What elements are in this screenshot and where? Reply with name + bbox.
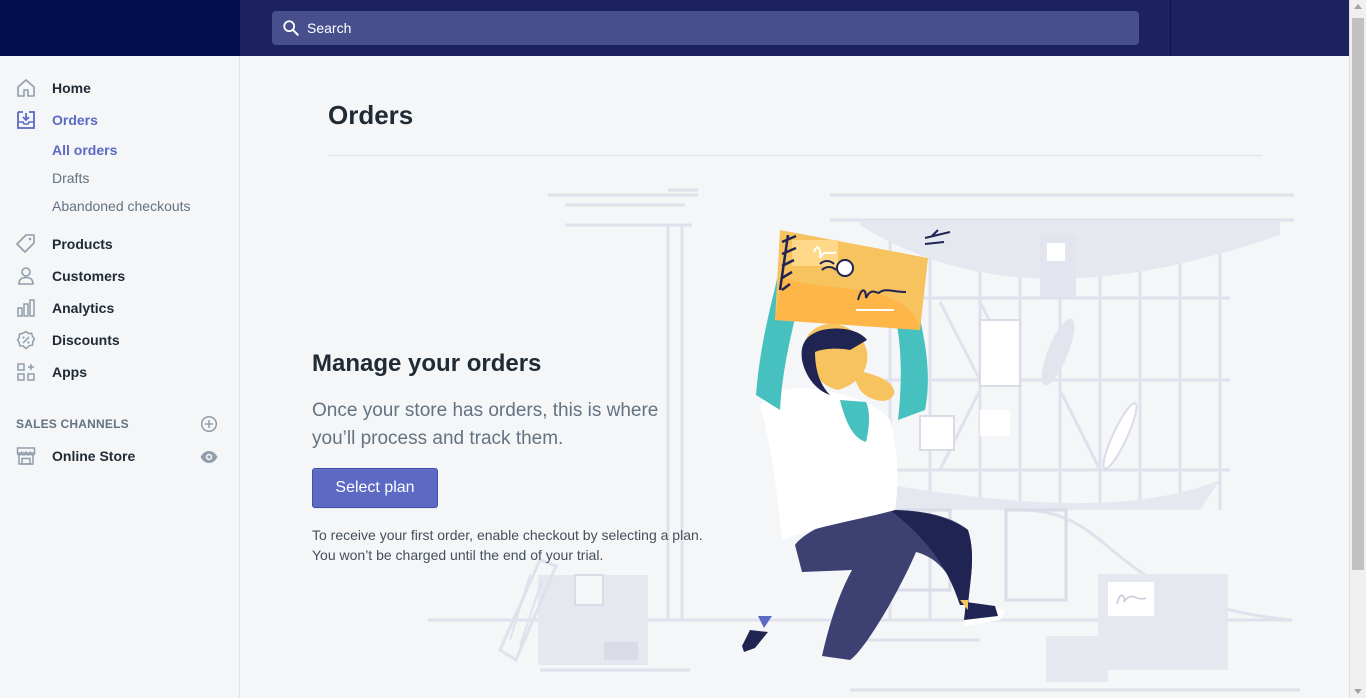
page-title: Orders [328,100,414,130]
sidebar-item-analytics[interactable]: Analytics [0,294,239,322]
sidebar-item-label: Online Store [52,448,136,464]
sidebar-subitem-drafts[interactable]: Drafts [52,170,89,186]
person-icon [16,266,36,286]
sidebar-item-label: Analytics [52,300,115,316]
title-divider [328,155,1262,156]
sidebar-subitem-all-orders[interactable]: All orders [52,142,117,158]
sidebar-item-customers[interactable]: Customers [0,262,239,290]
footnote-line: To receive your first order, enable chec… [312,527,703,543]
empty-state-heading: Manage your orders [312,350,542,377]
footnote-line: You won’t be charged until the end of yo… [312,547,604,563]
sidebar-item-label: Apps [52,364,87,380]
scrollbar-thumb[interactable] [1352,18,1364,570]
top-bar: Search [0,0,1366,56]
sidebar-item-label: Orders [52,112,98,128]
search-icon [282,19,300,37]
search-placeholder: Search [307,20,352,36]
sidebar-item-orders[interactable]: Orders [0,106,239,134]
home-icon [16,78,36,98]
sidebar-item-home[interactable]: Home [0,74,239,102]
bar-chart-icon [16,298,36,318]
sidebar-item-label: Home [52,80,91,96]
view-online-store-eye-icon[interactable] [199,447,219,467]
store-icon [16,446,36,466]
sidebar-item-apps[interactable]: Apps [0,358,239,386]
sidebar-item-label: Products [52,236,113,252]
scroll-up-arrow-icon[interactable] [1354,4,1362,9]
select-plan-button[interactable]: Select plan [312,468,438,508]
add-sales-channel-icon[interactable] [200,415,218,433]
orders-icon [16,110,36,130]
tag-icon [16,234,36,254]
empty-state-description: Once your store has orders, this is wher… [312,400,659,449]
discount-icon [16,330,36,350]
empty-state-footnote: To receive your first order, enable chec… [312,525,732,565]
page-scrollbar[interactable] [1349,0,1366,698]
search-input[interactable]: Search [272,11,1139,45]
scroll-down-arrow-icon[interactable] [1354,689,1362,694]
sidebar-subitem-abandoned-checkouts[interactable]: Abandoned checkouts [52,198,191,214]
topbar-divider [1170,0,1171,56]
sidebar-item-products[interactable]: Products [0,230,239,258]
sidebar-item-label: Discounts [52,332,120,348]
sidebar: Home Orders All orders Drafts Abandoned … [0,56,240,698]
sales-channels-heading: SALES CHANNELS [16,417,129,431]
brand-area [0,0,240,56]
apps-icon [16,362,36,382]
sidebar-item-label: Customers [52,268,126,284]
sidebar-item-discounts[interactable]: Discounts [0,326,239,354]
